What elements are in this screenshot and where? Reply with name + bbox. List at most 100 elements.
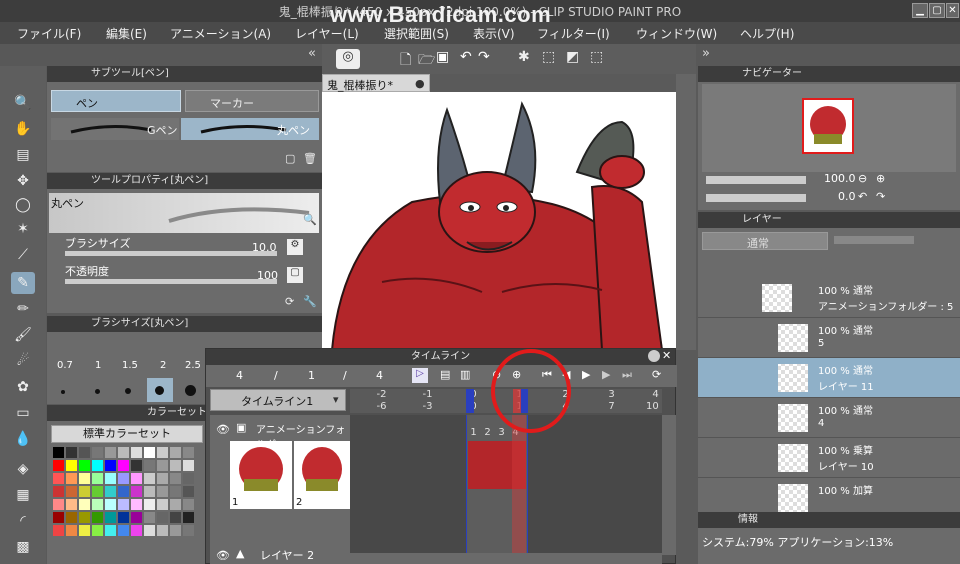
color-swatch[interactable] bbox=[118, 473, 129, 484]
figure-tool-icon[interactable]: ◜ bbox=[11, 510, 35, 532]
color-swatch[interactable] bbox=[53, 512, 64, 523]
color-swatch[interactable] bbox=[183, 473, 194, 484]
color-swatch[interactable] bbox=[53, 525, 64, 536]
brush-size-slider[interactable] bbox=[65, 251, 277, 256]
color-swatch[interactable] bbox=[131, 525, 142, 536]
color-swatch[interactable] bbox=[118, 486, 129, 497]
redo-icon[interactable]: ↷ bbox=[478, 49, 490, 65]
opacity-slider[interactable] bbox=[65, 279, 277, 284]
selection-icon[interactable]: ⬚ bbox=[590, 49, 603, 65]
last-frame-icon[interactable]: ⏭ bbox=[622, 368, 632, 382]
menu-animation[interactable]: アニメーション(A) bbox=[170, 25, 271, 42]
blend-mode-select[interactable]: 通常 bbox=[702, 232, 828, 250]
color-swatch[interactable] bbox=[92, 525, 103, 536]
color-swatch[interactable] bbox=[79, 460, 90, 471]
maximize-button[interactable]: ▢ bbox=[929, 3, 945, 18]
menu-edit[interactable]: 編集(E) bbox=[106, 25, 147, 42]
color-swatch[interactable] bbox=[118, 499, 129, 510]
pen-tool-icon[interactable]: ✎ bbox=[11, 272, 35, 294]
transform-icon[interactable]: ⬚ bbox=[542, 49, 555, 65]
color-swatch[interactable] bbox=[183, 486, 194, 497]
color-swatch[interactable] bbox=[92, 499, 103, 510]
color-swatch[interactable] bbox=[170, 447, 181, 458]
open-file-icon[interactable]: 🗁 bbox=[418, 49, 435, 73]
timeline-close-icon[interactable]: ✕ bbox=[662, 349, 671, 362]
color-swatch[interactable] bbox=[157, 473, 168, 484]
color-swatch[interactable] bbox=[144, 512, 155, 523]
folder-visibility-icon[interactable]: 👁 bbox=[216, 423, 230, 436]
color-swatch[interactable] bbox=[79, 447, 90, 458]
color-swatch[interactable] bbox=[183, 460, 194, 471]
close-button[interactable]: ✕ bbox=[946, 3, 959, 18]
color-swatch[interactable] bbox=[183, 512, 194, 523]
brush-tool-icon[interactable]: 🖌 bbox=[11, 324, 35, 346]
color-swatch[interactable] bbox=[53, 447, 64, 458]
color-swatch[interactable] bbox=[157, 486, 168, 497]
color-swatch[interactable] bbox=[66, 512, 77, 523]
zoom-in-icon[interactable]: ⊕ bbox=[876, 172, 885, 185]
playback-mode-icon[interactable]: ▷ bbox=[412, 368, 428, 383]
decoration-tool-icon[interactable]: ✿ bbox=[11, 376, 35, 398]
color-swatch[interactable] bbox=[66, 460, 77, 471]
color-set-dropdown[interactable]: 標準カラーセット bbox=[51, 425, 203, 443]
size-preset-0[interactable]: 0.7 bbox=[57, 360, 73, 371]
color-swatch[interactable] bbox=[66, 499, 77, 510]
color-swatch[interactable] bbox=[118, 460, 129, 471]
menu-file[interactable]: ファイル(F) bbox=[17, 25, 81, 42]
color-swatch[interactable] bbox=[66, 525, 77, 536]
color-swatch[interactable] bbox=[53, 486, 64, 497]
timeline-scrollbar-h[interactable] bbox=[350, 553, 662, 564]
layer-opacity-slider[interactable] bbox=[834, 236, 914, 244]
color-swatch[interactable] bbox=[131, 486, 142, 497]
navigator-tab[interactable]: ナビゲーター bbox=[698, 66, 960, 82]
layer-tab[interactable]: レイヤー bbox=[698, 212, 960, 228]
color-swatch[interactable] bbox=[53, 473, 64, 484]
canvas-tab[interactable]: 鬼_棍棒振り* ● bbox=[322, 74, 430, 92]
color-swatch[interactable] bbox=[118, 525, 129, 536]
timeline-scrollbar-v[interactable] bbox=[662, 415, 676, 555]
color-swatch[interactable] bbox=[170, 512, 181, 523]
delete-subtool-icon[interactable]: 🗑 bbox=[303, 152, 317, 165]
frame-tool-icon[interactable]: ▩ bbox=[11, 536, 35, 558]
zoom-slider[interactable] bbox=[706, 176, 806, 184]
color-swatch[interactable] bbox=[131, 460, 142, 471]
tab-marker[interactable]: マーカー bbox=[185, 90, 319, 112]
start-marker[interactable] bbox=[466, 389, 474, 413]
navigator-preview-area[interactable] bbox=[702, 84, 956, 172]
color-swatch[interactable] bbox=[105, 460, 116, 471]
color-swatch[interactable] bbox=[105, 525, 116, 536]
color-swatch-grid[interactable] bbox=[53, 447, 203, 551]
color-swatch[interactable] bbox=[53, 499, 64, 510]
save-file-icon[interactable]: ▣ bbox=[436, 49, 449, 65]
thumb-1[interactable]: 1 bbox=[230, 441, 292, 509]
menu-select[interactable]: 選択範囲(S) bbox=[384, 25, 449, 42]
layer2-visibility-icon[interactable]: 👁 bbox=[216, 549, 230, 562]
color-swatch[interactable] bbox=[105, 473, 116, 484]
pencil-tool-icon[interactable]: ✏ bbox=[11, 298, 35, 320]
canvas-tab-close-icon[interactable]: ● bbox=[415, 77, 425, 90]
size-preset-3[interactable]: 2 bbox=[160, 360, 166, 371]
collapse-left-icon[interactable]: « bbox=[308, 46, 316, 61]
rotation-slider[interactable] bbox=[706, 194, 806, 202]
size-preset-4[interactable]: 2.5 bbox=[185, 360, 201, 371]
color-swatch[interactable] bbox=[79, 525, 90, 536]
fill-tool-icon[interactable]: ◈ bbox=[11, 458, 35, 480]
color-swatch[interactable] bbox=[183, 525, 194, 536]
opacity-option-icon[interactable]: ▢ bbox=[287, 267, 303, 283]
brush-size-value[interactable]: 10.0 bbox=[252, 241, 277, 254]
blend-tool-icon[interactable]: 💧 bbox=[11, 428, 35, 450]
reset-icon[interactable]: ⟳ bbox=[285, 295, 294, 308]
color-swatch[interactable] bbox=[131, 499, 142, 510]
color-swatch[interactable] bbox=[105, 486, 116, 497]
color-swatch[interactable] bbox=[118, 447, 129, 458]
color-swatch[interactable] bbox=[131, 512, 142, 523]
color-swatch[interactable] bbox=[170, 499, 181, 510]
new-cel-icon[interactable]: ▤ bbox=[440, 368, 450, 381]
color-swatch[interactable] bbox=[170, 473, 181, 484]
color-swatch[interactable] bbox=[79, 486, 90, 497]
menu-help[interactable]: ヘルプ(H) bbox=[740, 25, 794, 42]
airbrush-tool-icon[interactable]: ☄ bbox=[11, 350, 35, 372]
eyedropper-icon[interactable]: ⟋ bbox=[11, 244, 35, 266]
color-swatch[interactable] bbox=[105, 512, 116, 523]
menu-layer[interactable]: レイヤー(L) bbox=[295, 25, 359, 42]
